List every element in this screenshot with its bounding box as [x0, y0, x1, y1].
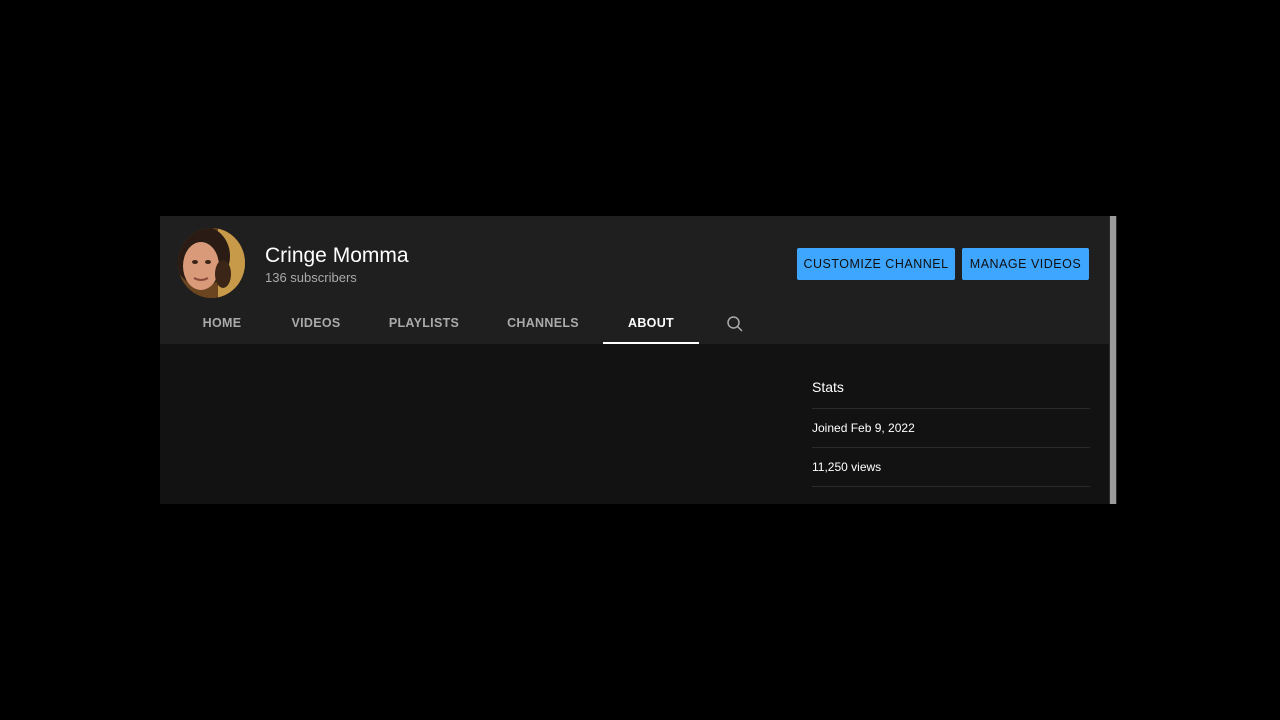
- avatar[interactable]: [178, 228, 245, 298]
- channel-tabs: HOME VIDEOS PLAYLISTS CHANNELS ABOUT: [160, 302, 1109, 344]
- channel-name: Cringe Momma: [265, 244, 409, 267]
- channel-header: Cringe Momma 136 subscribers CUSTOMIZE C…: [160, 216, 1109, 344]
- stats-title: Stats: [812, 376, 1090, 409]
- view-count: 11,250 views: [812, 448, 1090, 487]
- tab-home[interactable]: HOME: [178, 302, 266, 344]
- scrollbar[interactable]: [1109, 216, 1117, 504]
- stats-section: Stats Joined Feb 9, 2022 11,250 views: [812, 376, 1090, 487]
- joined-date: Joined Feb 9, 2022: [812, 409, 1090, 448]
- search-icon[interactable]: [726, 315, 744, 333]
- tab-channels[interactable]: CHANNELS: [494, 302, 592, 344]
- channel-page: Cringe Momma 136 subscribers CUSTOMIZE C…: [160, 216, 1117, 504]
- tab-playlists[interactable]: PLAYLISTS: [374, 302, 474, 344]
- customize-channel-button[interactable]: CUSTOMIZE CHANNEL: [797, 248, 955, 280]
- scrollbar-thumb[interactable]: [1110, 216, 1116, 504]
- manage-videos-button[interactable]: MANAGE VIDEOS: [962, 248, 1089, 280]
- avatar-image: [178, 228, 245, 298]
- tab-about[interactable]: ABOUT: [603, 302, 699, 344]
- subscriber-count: 136 subscribers: [265, 270, 357, 285]
- tab-videos[interactable]: VIDEOS: [276, 302, 356, 344]
